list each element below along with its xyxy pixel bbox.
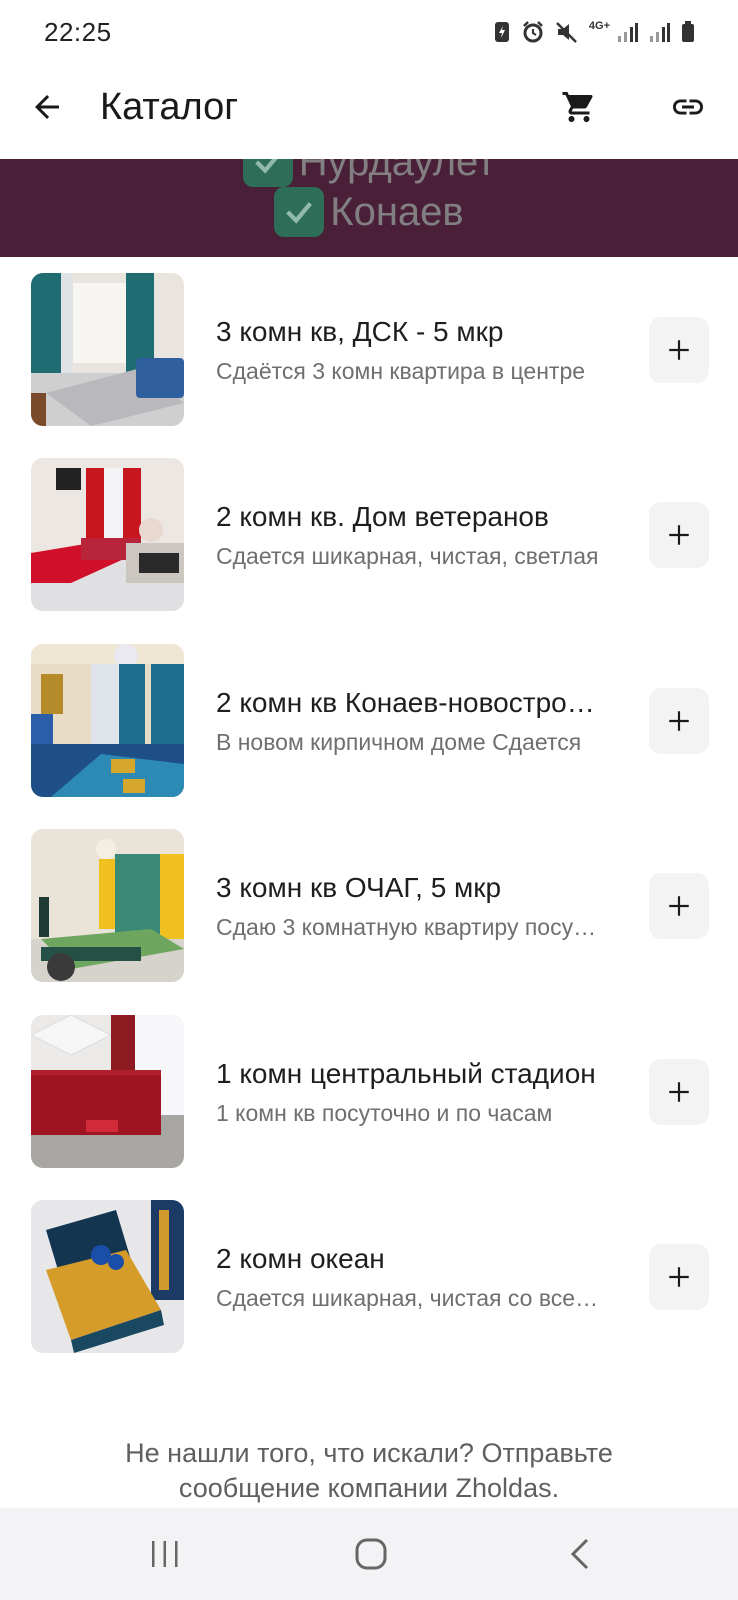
back-button[interactable] [24,84,70,130]
home-icon [355,1538,387,1570]
list-item[interactable]: 3 комн кв ОЧАГ, 5 мкр Сдаю 3 комнатную к… [0,813,738,998]
plus-icon [669,1081,689,1102]
back-icon [570,1538,589,1570]
add-to-cart-button[interactable] [649,1243,709,1310]
add-to-cart-button[interactable] [649,687,709,754]
add-to-cart-button[interactable] [649,1058,709,1125]
list-item[interactable]: 2 комн кв Конаев-новостройка В новом кир… [0,628,738,813]
add-to-cart-button[interactable] [649,502,709,569]
list-item[interactable]: 2 комн океан Сдается шикарная, чистая со… [0,1184,738,1369]
item-photo [31,643,184,797]
cart-icon [562,92,593,122]
item-title: 3 комн кв, ДСК - 5 мкр [216,316,504,347]
item-photo [31,1014,184,1168]
plus-icon [669,525,689,546]
link-icon [673,99,703,115]
cart-button[interactable] [556,84,602,130]
system-nav-bar [0,1508,738,1600]
nav-back-button[interactable] [550,1528,610,1580]
item-title: 1 комн центральный стадион [216,1057,596,1089]
item-description: Сдается шикарная, чистая со всеми [216,1284,600,1311]
item-photo [31,458,184,612]
arrow-back-icon [35,95,59,119]
list-item[interactable]: 3 комн кв, ДСК - 5 мкр Сдаётся 3 комн кв… [0,257,738,442]
item-photo [31,273,184,426]
item-title: 2 комн кв. Дом ветеранов [216,501,549,533]
catalog-banner: Нурдаулет Конаев [0,159,738,257]
status-time: 22:25 [44,16,112,47]
app-bar: Каталог [0,64,738,159]
item-title: 2 комн океан [216,1242,385,1274]
status-icons: 4G+ [493,20,696,44]
check-icon [242,159,293,187]
item-description: Сдается шикарная, чистая, светлая [216,543,599,570]
network-label: 4G+ [588,20,610,32]
item-description: Сдаётся 3 комн квартира в центре [216,358,586,384]
item-photo [31,1199,184,1353]
plus-icon [669,711,689,731]
plus-icon [669,896,689,916]
recent-apps-icon [152,1541,178,1567]
banner-line-bottom: Конаев [0,187,738,237]
item-photo [31,829,184,983]
list-item[interactable]: 1 комн центральный стадион 1 комн кв пос… [0,999,738,1184]
banner-text-top: Нурдаулет [298,159,496,184]
item-description: В новом кирпичном доме Сдается [216,728,582,755]
footer-line-1: Не нашли того, что искали? Отправьте [125,1438,613,1468]
recent-apps-button[interactable] [135,1528,195,1580]
item-title: 3 комн кв ОЧАГ, 5 мкр [216,872,502,904]
item-title: 2 комн кв Конаев-новостройка [216,686,596,718]
page-title: Каталог [100,86,239,128]
signal-icon-2 [648,21,670,43]
banner-text-bottom: Конаев [330,189,464,234]
add-to-cart-button[interactable] [649,317,709,383]
data-saver-icon [493,20,511,44]
footer-message: Не нашли того, что искали? Отправьте соо… [60,1436,678,1506]
home-button[interactable] [341,1528,401,1580]
add-to-cart-button[interactable] [649,873,709,940]
item-description: Сдаю 3 комнатную квартиру посуточно [216,914,600,941]
footer-line-2: сообщение компании Zholdas. [178,1473,560,1503]
catalog-list: 3 комн кв, ДСК - 5 мкр Сдаётся 3 комн кв… [0,257,738,1369]
alarm-icon [521,20,545,44]
check-icon [274,187,325,237]
plus-icon [669,1267,689,1287]
item-description: 1 комн кв посуточно и по часам [216,1099,553,1126]
banner-line-top: Нурдаулет [0,159,738,187]
plus-icon [669,340,689,360]
share-link-button[interactable] [665,84,711,130]
status-bar: 22:25 4G+ [0,0,738,64]
signal-icon [616,21,638,43]
battery-icon [680,20,696,44]
list-item[interactable]: 2 комн кв. Дом ветеранов Сдается шикарна… [0,442,738,627]
mute-icon [555,20,579,44]
